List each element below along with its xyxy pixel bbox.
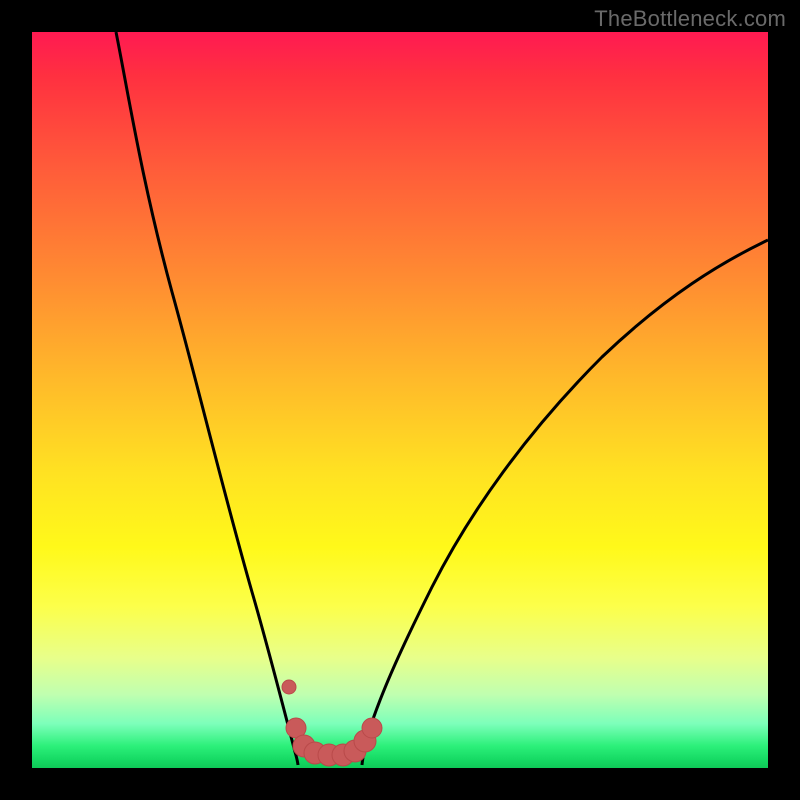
left-curve xyxy=(116,32,298,765)
marker-dot xyxy=(362,718,382,738)
marker-group xyxy=(282,680,382,766)
chart-frame xyxy=(32,32,768,768)
marker-dot xyxy=(282,680,296,694)
watermark-text: TheBottleneck.com xyxy=(594,6,786,32)
chart-svg xyxy=(32,32,768,768)
right-curve xyxy=(362,240,768,765)
